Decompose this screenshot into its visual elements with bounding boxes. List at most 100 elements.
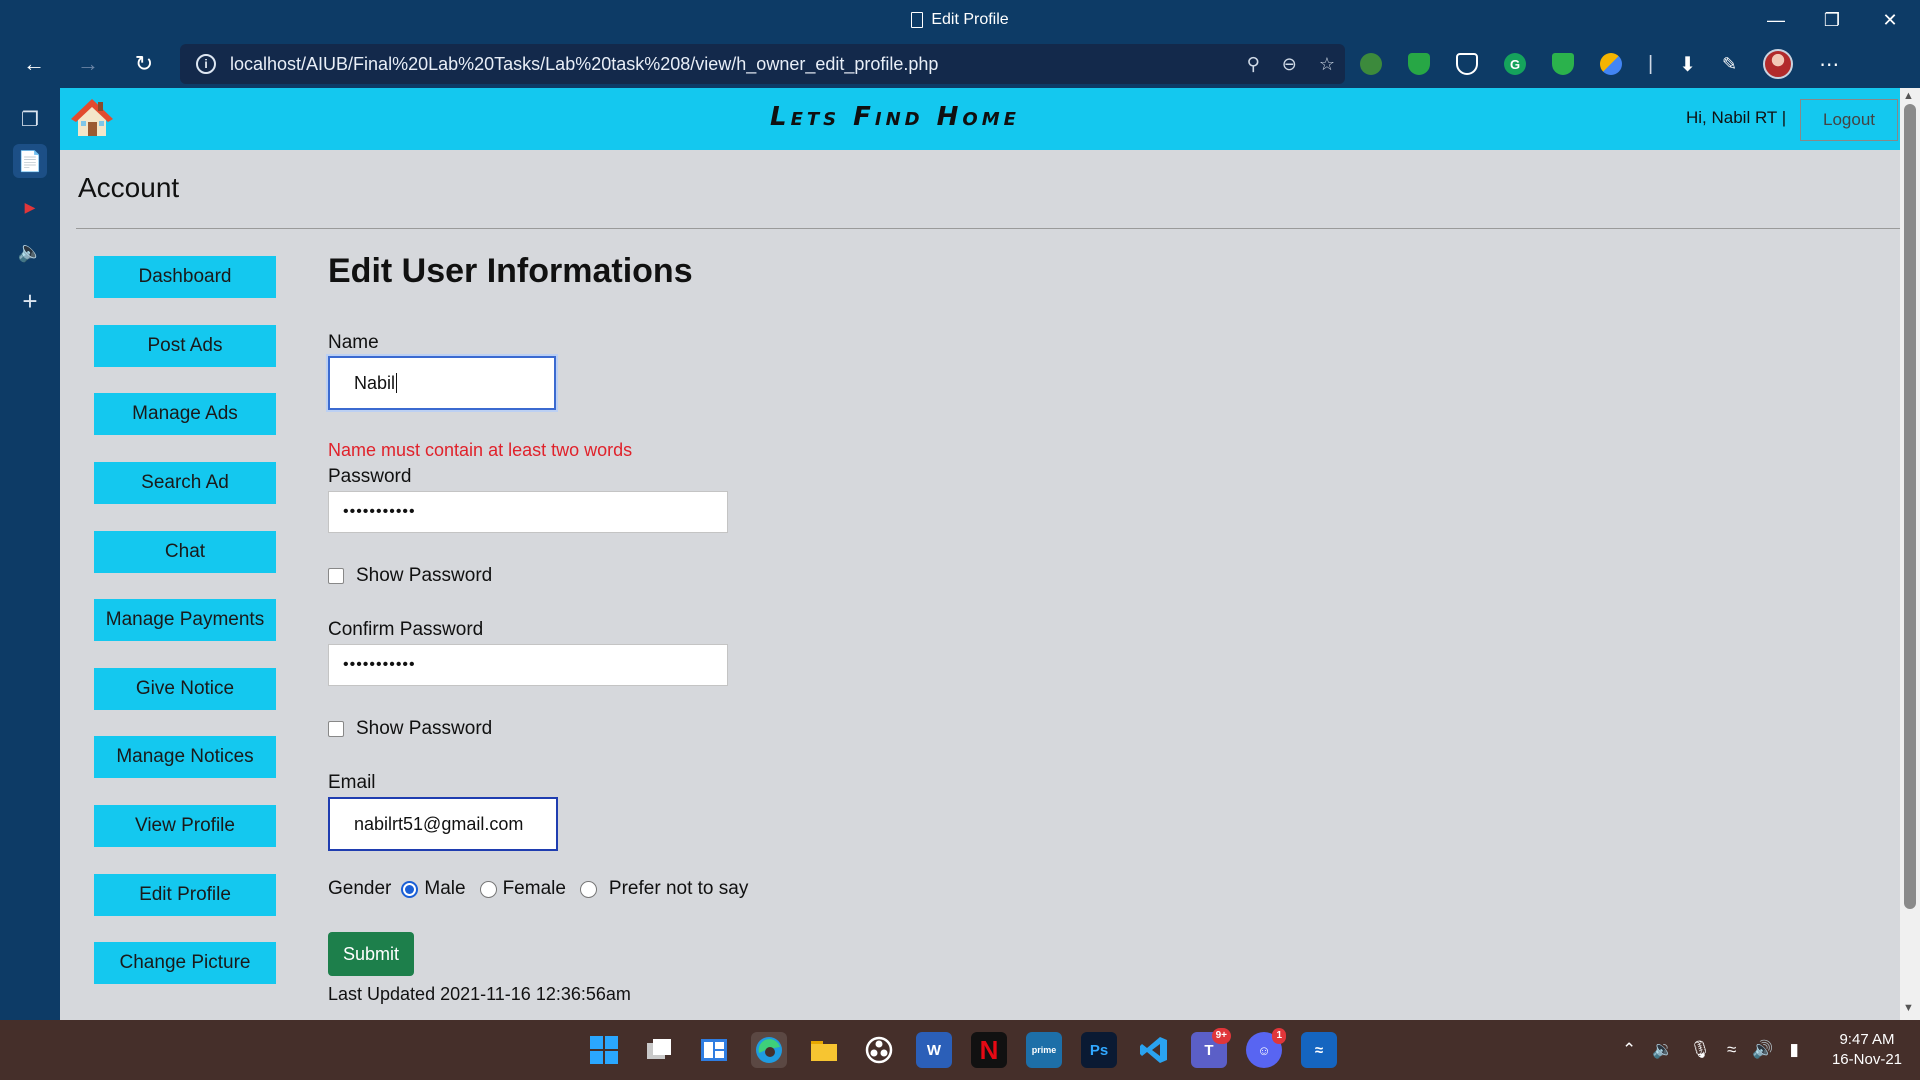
restore-button[interactable]: ❐ (1804, 0, 1860, 40)
text-cursor (396, 373, 398, 393)
mail-app-icon[interactable]: ≈ (1301, 1032, 1337, 1068)
name-input[interactable]: Nabil (326, 354, 558, 412)
email-label: Email (328, 772, 376, 793)
new-tab-icon[interactable]: + (13, 284, 47, 318)
back-icon[interactable]: ← (16, 46, 52, 82)
logout-button[interactable]: Logout (1800, 99, 1898, 141)
window-title: Edit Profile (0, 0, 1920, 40)
word-icon[interactable]: W (916, 1032, 952, 1068)
home-icon[interactable] (70, 96, 114, 140)
tab-audio-icon[interactable]: 🔈 (13, 234, 47, 268)
show-hidden-icons-chevron[interactable]: ⌃ (1622, 1040, 1636, 1060)
address-bar[interactable]: i localhost/AIUB/Final%20Lab%20Tasks/Lab… (180, 44, 1345, 84)
obs-icon[interactable] (861, 1032, 897, 1068)
forward-icon[interactable]: → (70, 46, 106, 82)
gender-group: Gender Male Female Prefer not to say (328, 878, 748, 900)
show-confirm-password-row[interactable]: Show Password (328, 718, 492, 740)
gender-prefer-not-label[interactable]: Prefer not to say (609, 878, 748, 900)
tab-actions-icon[interactable]: ❐ (13, 102, 47, 136)
refresh-icon[interactable]: ↻ (126, 46, 162, 82)
last-updated-text: Last Updated 2021-11-16 12:36:56am (328, 984, 631, 1004)
gender-male-label[interactable]: Male (424, 878, 465, 900)
system-clock[interactable]: 9:47 AM 16-Nov-21 (1822, 1030, 1912, 1070)
scroll-up-icon[interactable]: ▲ (1903, 90, 1914, 102)
download-icon[interactable]: ⬇ (1679, 52, 1696, 77)
teams-icon[interactable]: T 9+ (1191, 1028, 1231, 1068)
extension-apps-icon[interactable] (1600, 53, 1622, 75)
password-input[interactable]: ••••••••••• (328, 491, 728, 533)
teams-badge: 9+ (1211, 1028, 1231, 1044)
show-password-label: Show Password (356, 565, 493, 586)
web-page: Lets Find Home Hi, Nabil RT | Logout Acc… (60, 88, 1900, 1020)
widgets-icon[interactable] (696, 1032, 732, 1068)
menu-edit-profile[interactable]: Edit Profile (94, 874, 276, 916)
user-greeting: Hi, Nabil RT | (1686, 108, 1787, 127)
show-confirm-password-label: Show Password (356, 718, 493, 739)
extensions-area: G | ⬇ ✎ ⋯ (1360, 40, 1839, 88)
speaker-tray-icon[interactable]: 🔉 (1652, 1040, 1673, 1060)
profile-avatar[interactable] (1763, 49, 1794, 79)
menu-change-picture[interactable]: Change Picture (94, 942, 276, 984)
netflix-icon[interactable]: N (971, 1032, 1007, 1068)
menu-manage-ads[interactable]: Manage Ads (94, 393, 276, 435)
vscode-icon[interactable] (1136, 1032, 1172, 1068)
windows-taskbar: W N prime Ps T 9+ ☺ 1 ≈ ⌃ 🔉 🎙 ≈ 🔊 ▮ 9:47 A… (0, 1020, 1920, 1080)
task-view-icon[interactable] (641, 1032, 677, 1068)
name-error-message: Name must contain at least two words (328, 440, 633, 460)
microphone-icon[interactable]: 🎙 (1689, 1040, 1711, 1060)
show-password-checkbox[interactable] (328, 568, 344, 584)
menu-post-ads[interactable]: Post Ads (94, 325, 276, 367)
vertical-tabs-sidebar: ❐ 📄 ▶ 🔈 + (0, 88, 60, 1020)
volume-icon[interactable]: 🔊 (1752, 1040, 1773, 1060)
clock-date: 16-Nov-21 (1831, 1051, 1903, 1068)
extension-check-icon[interactable] (1552, 53, 1574, 75)
site-header: Lets Find Home Hi, Nabil RT | Logout (60, 88, 1900, 150)
file-explorer-icon[interactable] (806, 1032, 842, 1068)
tab-edit-profile-icon[interactable]: 📄 (13, 144, 47, 178)
battery-icon[interactable]: ▮ (1790, 1040, 1799, 1060)
site-info-icon[interactable]: i (196, 54, 216, 74)
edge-icon[interactable] (751, 1032, 787, 1068)
extension-globe-icon[interactable] (1360, 53, 1382, 75)
gender-label: Gender (328, 878, 392, 899)
gender-female-label[interactable]: Female (503, 878, 566, 900)
discord-icon[interactable]: ☺ 1 (1246, 1028, 1286, 1068)
photoshop-icon[interactable]: Ps (1081, 1032, 1117, 1068)
zoom-out-icon[interactable]: ⊖ (1282, 54, 1297, 75)
show-confirm-password-checkbox[interactable] (328, 721, 344, 737)
menu-manage-notices[interactable]: Manage Notices (94, 736, 276, 778)
menu-chat[interactable]: Chat (94, 531, 276, 573)
prime-video-icon[interactable]: prime (1026, 1032, 1062, 1068)
share-icon[interactable]: ✎ (1722, 54, 1737, 75)
page-scrollbar[interactable]: ▲ ▼ (1900, 88, 1920, 1020)
add-favorite-icon[interactable]: ☆ (1319, 54, 1335, 75)
url-text[interactable]: localhost/AIUB/Final%20Lab%20Tasks/Lab%2… (230, 54, 938, 75)
extension-brave-icon[interactable] (1456, 53, 1478, 75)
scroll-down-icon[interactable]: ▼ (1903, 1002, 1914, 1014)
gender-prefer-not-radio[interactable] (579, 880, 597, 898)
menu-search-ad[interactable]: Search Ad (94, 462, 276, 504)
minimize-button[interactable]: — (1748, 0, 1804, 40)
window-title-text: Edit Profile (931, 11, 1009, 28)
password-label: Password (328, 466, 412, 487)
key-icon[interactable]: ⚲ (1247, 54, 1260, 75)
scrollbar-thumb[interactable] (1904, 104, 1916, 909)
wifi-icon[interactable]: ≈ (1727, 1040, 1736, 1060)
submit-button[interactable]: Submit (328, 932, 414, 976)
show-password-row[interactable]: Show Password (328, 565, 492, 587)
email-input[interactable]: nabilrt51@gmail.com (328, 797, 558, 851)
menu-dashboard[interactable]: Dashboard (94, 256, 276, 298)
more-options-icon[interactable]: ⋯ (1819, 52, 1839, 77)
grammarly-icon[interactable]: G (1504, 53, 1526, 75)
name-input-value: Nabil (354, 372, 396, 393)
tab-youtube-icon[interactable]: ▶ (13, 190, 47, 224)
gender-male-radio[interactable] (401, 880, 419, 898)
gender-female-radio[interactable] (479, 880, 497, 898)
close-window-button[interactable]: ✕ (1862, 0, 1918, 40)
menu-give-notice[interactable]: Give Notice (94, 668, 276, 710)
start-icon[interactable] (586, 1032, 622, 1068)
extension-shield-icon[interactable] (1408, 53, 1430, 75)
confirm-password-input[interactable]: ••••••••••• (328, 644, 728, 686)
menu-manage-payments[interactable]: Manage Payments (94, 599, 276, 641)
menu-view-profile[interactable]: View Profile (94, 805, 276, 847)
